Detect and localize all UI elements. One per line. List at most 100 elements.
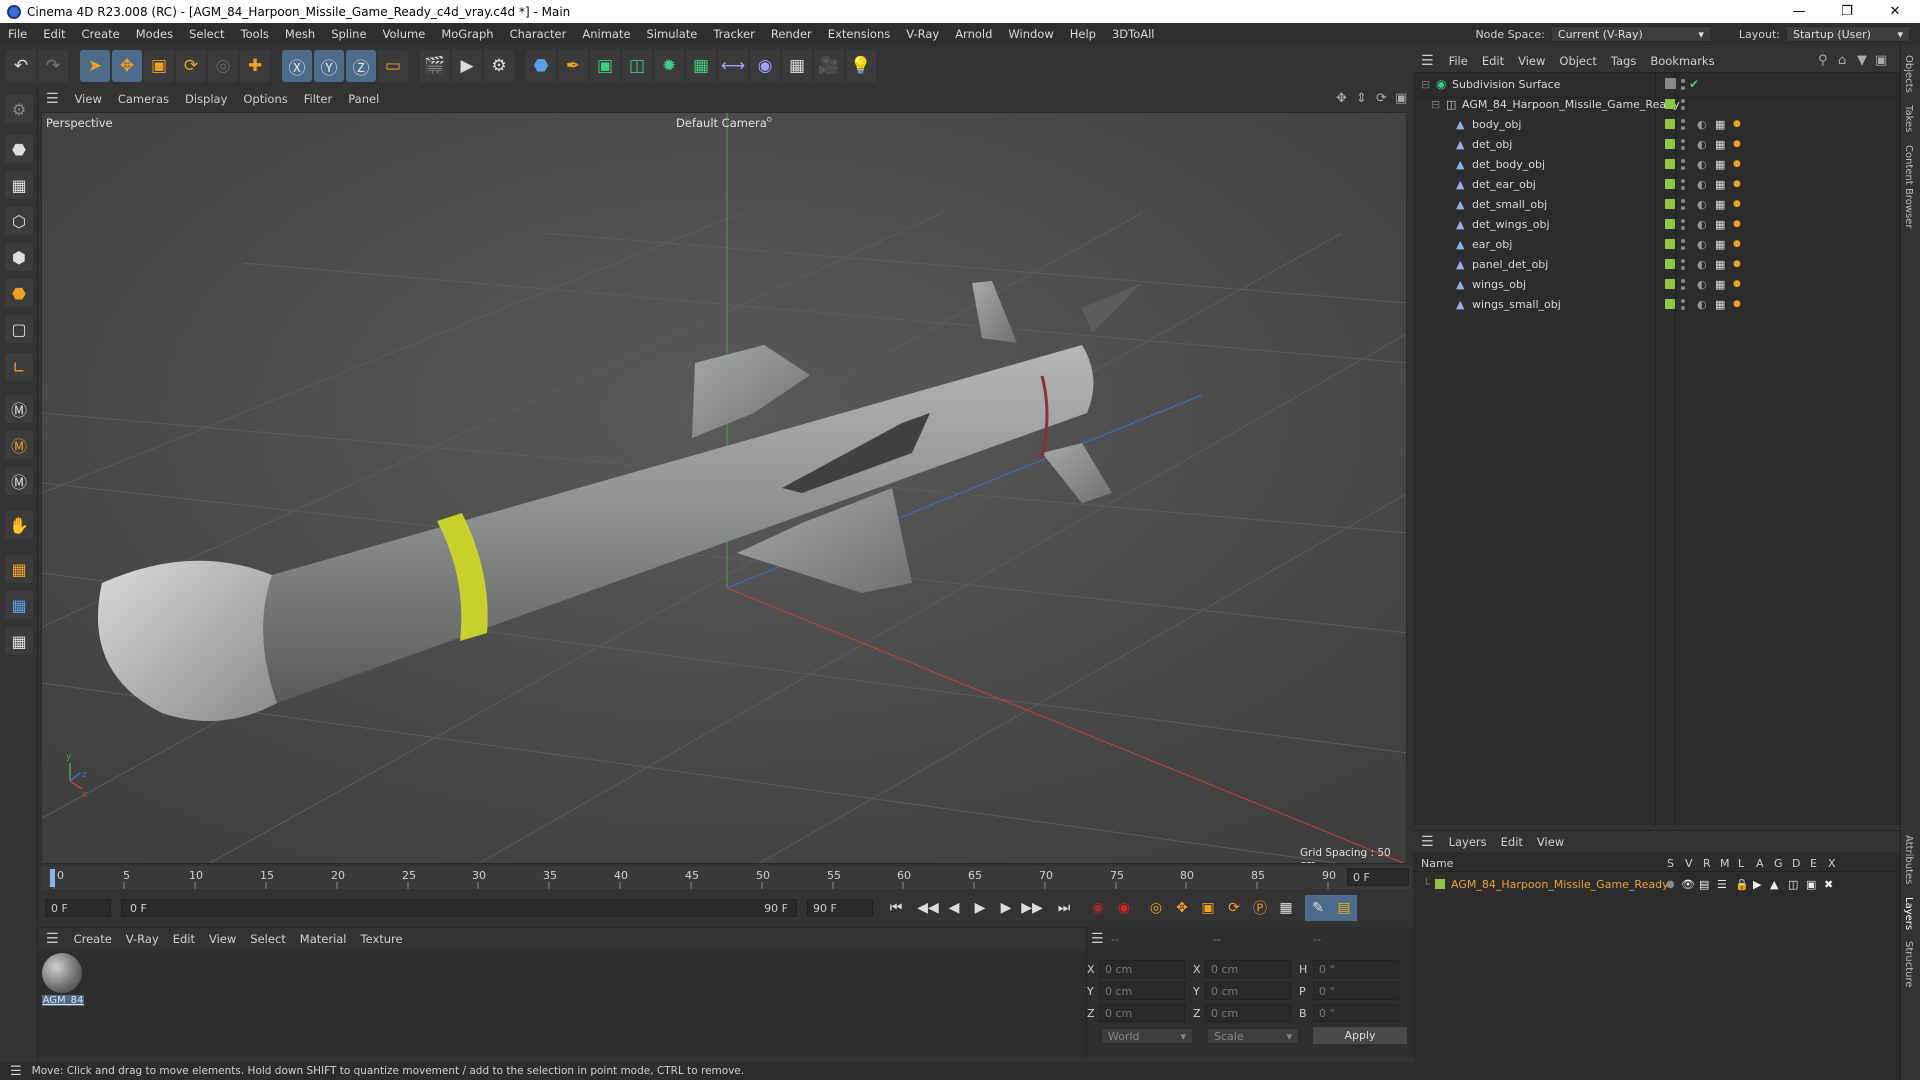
menu-file[interactable]: File [0,27,35,41]
menu-vray[interactable]: V-Ray [898,27,947,41]
material-menu-create[interactable]: Create [67,932,119,946]
layer-color-icon[interactable] [1665,119,1675,129]
locked-workplane-icon[interactable]: ▦ [5,627,33,655]
render-visibility-icon[interactable] [1681,126,1685,130]
uvw-tag-icon[interactable]: ▦ [1715,258,1725,271]
material-tag-icon[interactable]: ◐ [1697,118,1707,131]
material-menu-edit[interactable]: Edit [166,932,202,946]
viewport-menu-cameras[interactable]: Cameras [110,92,177,106]
end-frame-field[interactable]: 90 F [807,899,873,917]
menu-mesh[interactable]: Mesh [277,27,323,41]
material-tag-icon[interactable]: ◐ [1697,278,1707,291]
rotation-h-field[interactable]: 0 ° [1313,960,1399,978]
viewport-menu-view[interactable]: View [67,92,110,106]
material-menu-view[interactable]: View [202,932,243,946]
texture-mode-icon[interactable]: ▦ [5,171,33,199]
close-icon[interactable]: ✕ [1872,0,1918,23]
play-icon[interactable]: ▶ [967,895,993,921]
field-icon[interactable]: ◉ [750,50,780,82]
editor-visibility-icon[interactable] [1681,299,1685,303]
model-mode-icon[interactable]: ⬣ [5,135,33,163]
scale-tool-icon[interactable]: ▣ [144,50,174,82]
material-swatch[interactable]: AGM_84 [42,953,84,1009]
editor-visibility-icon[interactable] [1681,159,1685,163]
camera-object-icon[interactable]: 🎥 [814,50,844,82]
cube-object-icon[interactable]: ⬣ [526,50,556,82]
camera-link-icon[interactable]: ⚪ [765,115,773,126]
apply-button[interactable]: Apply [1313,1027,1407,1044]
object-row[interactable]: ▲ body_obj ◐ ▦ ● [1413,114,1900,134]
menu-create[interactable]: Create [74,27,128,41]
object-menu-object[interactable]: Object [1552,54,1603,68]
viewport-zoom-icon[interactable]: ⇕ [1356,91,1367,106]
layout-dropdown[interactable]: Startup (User) ▾ [1786,26,1910,42]
material-tag-icon[interactable]: ◐ [1697,198,1707,211]
render-visibility-icon[interactable] [1681,306,1685,310]
object-menu-file[interactable]: File [1442,54,1475,68]
phong-tag-icon[interactable]: ● [1733,159,1741,169]
rotation-key-icon[interactable]: ⟳ [1221,895,1247,921]
layer-color-icon[interactable] [1665,139,1675,149]
hamburger-menu-icon[interactable]: ☰ [1091,931,1104,947]
object-menu-view[interactable]: View [1511,54,1552,68]
next-frame-icon[interactable]: ▶ [993,895,1019,921]
viewport-rotate-icon[interactable]: ⟳ [1376,91,1387,106]
position-key-icon[interactable]: ✥ [1169,895,1195,921]
menu-volume[interactable]: Volume [375,27,434,41]
motion-clip-icon[interactable]: ▤ [1331,895,1357,921]
go-to-start-icon[interactable]: ⏮ [883,895,909,921]
hamburger-menu-icon[interactable]: ☰ [1413,53,1442,69]
snap-icon[interactable]: Ⓜ [5,395,33,423]
expand-toggle-icon[interactable]: ⊟ [1431,98,1440,111]
points-mode-icon[interactable]: ⬡ [5,207,33,235]
render-layer-icon[interactable]: ▤ [1699,878,1709,891]
object-row[interactable]: ▲ wings_obj ◐ ▦ ● [1413,274,1900,294]
current-frame-field[interactable]: 0 F [1347,868,1409,886]
layer-color-icon[interactable] [1665,179,1675,189]
view-layer-icon[interactable]: 👁 [1681,878,1695,891]
material-menu-material[interactable]: Material [293,932,354,946]
make-editable-icon[interactable]: ⚙ [5,95,33,123]
editor-visibility-icon[interactable] [1681,139,1685,143]
uvw-tag-icon[interactable]: ▦ [1715,198,1725,211]
menu-tools[interactable]: Tools [233,27,277,41]
layer-color-icon[interactable] [1665,159,1675,169]
redo-icon[interactable]: ↷ [38,50,68,82]
hamburger-menu-icon[interactable]: ☰ [1413,834,1442,850]
editor-visibility-icon[interactable] [1681,279,1685,283]
maximize-icon[interactable]: ❐ [1824,0,1870,23]
viewport-maximize-icon[interactable]: ▣ [1395,91,1407,106]
layer-row[interactable]: └ AGM_84_Harpoon_Missile_Game_Ready ● 👁 … [1413,874,1900,894]
render-visibility-icon[interactable] [1681,286,1685,290]
phong-tag-icon[interactable]: ● [1733,199,1741,209]
render-visibility-icon[interactable] [1681,106,1685,110]
render-visibility-icon[interactable] [1681,246,1685,250]
object-menu-tags[interactable]: Tags [1604,54,1643,68]
layer-color-icon[interactable] [1665,99,1675,109]
editor-visibility-icon[interactable] [1681,219,1685,223]
object-row[interactable]: ▲ det_small_obj ◐ ▦ ● [1413,194,1900,214]
axis-mode-icon[interactable]: ∟ [5,353,33,381]
workplane-snap-icon[interactable]: Ⓜ [5,467,33,495]
generators-layer-icon[interactable]: ▲ [1770,878,1778,891]
workplane-icon[interactable]: ▦ [5,555,33,583]
render-visibility-icon[interactable] [1681,146,1685,150]
object-row[interactable]: ▲ wings_small_obj ◐ ▦ ● [1413,294,1900,314]
new-window-icon[interactable]: ▣ [1875,53,1887,68]
phong-tag-icon[interactable]: ● [1733,279,1741,289]
material-tag-icon[interactable]: ◐ [1697,218,1707,231]
editor-visibility-icon[interactable] [1681,119,1685,123]
node-space-dropdown[interactable]: Current (V-Ray) ▾ [1550,26,1711,42]
rotation-b-field[interactable]: 0 ° [1313,1004,1399,1022]
parameter-key-icon[interactable]: Ⓟ [1247,895,1273,921]
layer-menu-view[interactable]: View [1530,835,1571,849]
uvw-tag-icon[interactable]: ▦ [1715,138,1725,151]
edges-mode-icon[interactable]: ⬢ [5,243,33,271]
layer-name[interactable]: AGM_84_Harpoon_Missile_Game_Ready [1451,878,1669,891]
object-menu-bookmarks[interactable]: Bookmarks [1643,54,1721,68]
light-object-icon[interactable]: 💡 [846,50,876,82]
phong-tag-icon[interactable]: ● [1733,239,1741,249]
undo-icon[interactable]: ↶ [6,50,36,82]
menu-render[interactable]: Render [763,27,820,41]
phong-tag-icon[interactable]: ● [1733,299,1741,309]
